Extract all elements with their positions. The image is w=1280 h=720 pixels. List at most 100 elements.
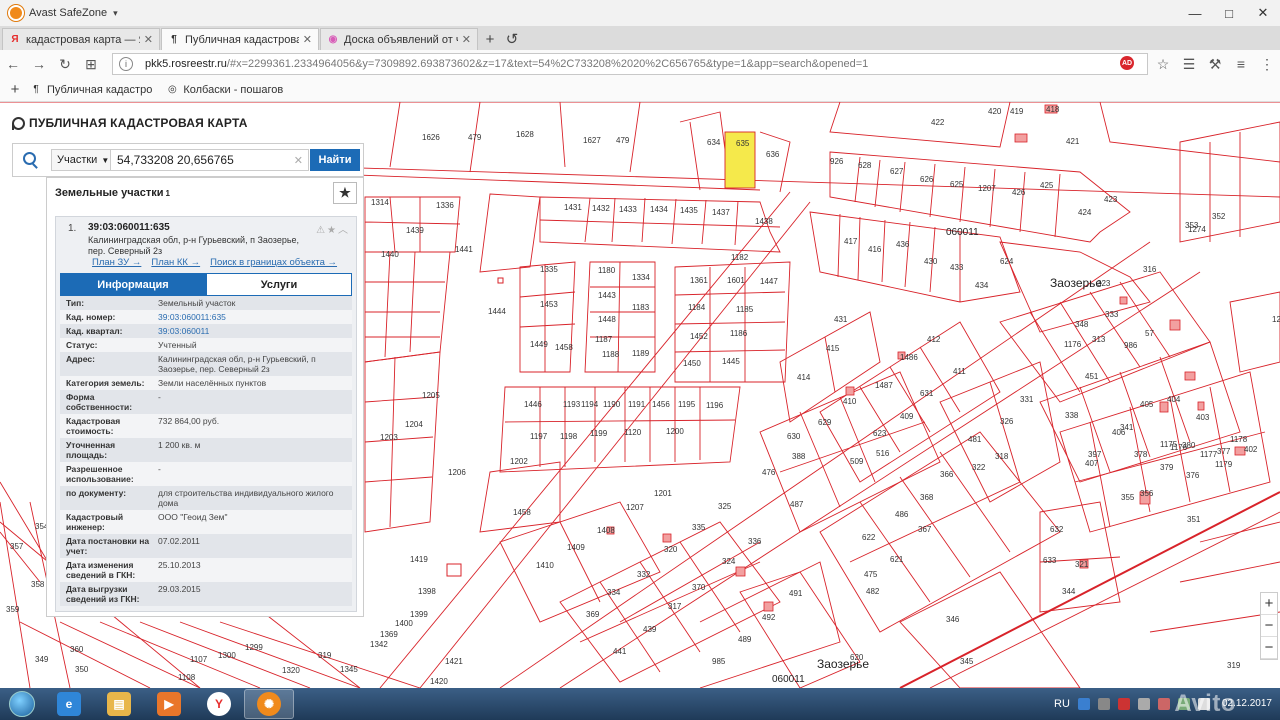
site-info-icon[interactable]: i [119, 57, 133, 71]
parcel-number-label: 1190 [603, 400, 621, 409]
parcel-number-label: 409 [900, 412, 914, 421]
parcel-number-label: 628 [858, 161, 872, 170]
browser-toolbar-right: ☆ ☰ ⚒ ≡ ⋮ [1150, 50, 1280, 78]
tab-info[interactable]: Информация [60, 273, 206, 296]
history-icon[interactable]: ↺ [501, 28, 523, 50]
property-value[interactable]: 39:03:060011:635 [158, 312, 352, 322]
taskbar-media[interactable]: ▶ [144, 689, 194, 719]
tab-avito[interactable]: ◉ Доска объявлений от час ✕ [320, 28, 478, 50]
parcel-number-label: 414 [797, 373, 811, 382]
start-button[interactable] [0, 688, 44, 720]
parcel-number-label: 345 [960, 657, 974, 666]
tray-app-icon[interactable] [1157, 698, 1170, 710]
bookmark-recipe[interactable]: ◎ Колбаски - пошагов [166, 84, 283, 96]
parcel-number-label: 419 [1010, 107, 1024, 116]
chevron-down-icon[interactable]: ▾ [113, 8, 118, 19]
bookmark-icon[interactable]: ☆ [1150, 56, 1176, 73]
tab-services[interactable]: Услуги [206, 273, 352, 296]
property-row: Уточненная площадь: 1 200 кв. м [60, 438, 352, 462]
parcel-number-label: 1626 [422, 133, 440, 142]
parcel-number-label: 322 [972, 463, 986, 472]
apps-grid-icon[interactable]: ⊞ [78, 51, 104, 77]
search-input[interactable]: 54,733208 20,656765 ✕ [111, 149, 309, 171]
avast-reader-icon[interactable]: ☰ [1176, 56, 1202, 73]
parcel-number-label: 1195 [678, 400, 696, 409]
taskbar-yandex[interactable]: Y [194, 689, 244, 719]
tab-close-icon[interactable]: ✕ [144, 33, 153, 46]
property-row: Форма собственности: - [60, 390, 352, 414]
add-bookmark-icon[interactable]: + [0, 81, 30, 98]
parcel-number-label: 1433 [619, 205, 637, 214]
parcel-number-label: 491 [789, 589, 803, 598]
parcel-number-label: 317 [668, 602, 682, 611]
parcel-number-label: 481 [968, 435, 982, 444]
reload-icon[interactable]: ↻ [52, 51, 78, 77]
plan-zu-link[interactable]: План ЗУ → [92, 257, 141, 268]
property-key: Кад. номер: [66, 312, 116, 322]
cadastral-map[interactable]: 1626 479 1628 1627 479 634 635 636 1314 1336 1431 1… [0, 102, 1280, 688]
parcel-number-label: 1409 [567, 543, 585, 552]
tab-close-icon[interactable]: ✕ [462, 33, 471, 46]
zoom-slider-icon[interactable]: − [1261, 637, 1277, 659]
parcel-number-label: 405 [1140, 400, 1154, 409]
parcel-number-label: 1408 [597, 526, 615, 535]
parcel-number-label: 1444 [488, 307, 506, 316]
tab-label: кадастровая карта — Янд [26, 33, 140, 46]
address-bar[interactable]: i pkk5.rosreestr.ru/#x=2299361.233496405… [112, 53, 1148, 75]
bookmark-pkk[interactable]: ¶ Публичная кадастро [30, 84, 152, 96]
parcel-number-label: 624 [1000, 257, 1014, 266]
keyboard-icon[interactable] [1097, 698, 1110, 710]
tray-app-icon[interactable] [1117, 698, 1130, 710]
help-icon[interactable] [1077, 698, 1090, 710]
back-icon[interactable]: ← [0, 51, 26, 77]
favorite-star-icon[interactable]: ★ [333, 182, 357, 204]
property-value: Калининградская обл, р-н Гурьевский, п З… [158, 354, 316, 374]
minimize-button[interactable]: — [1178, 0, 1212, 26]
zoom-in-button[interactable]: + [1261, 593, 1277, 615]
taskbar-explorer[interactable]: ▤ [94, 689, 144, 719]
property-value: 1 200 кв. м [158, 440, 201, 450]
tray-app-icon[interactable] [1137, 698, 1150, 710]
parcel-number-label: 1439 [406, 226, 424, 235]
search-in-bounds-link[interactable]: Поиск в границах объекта → [210, 257, 337, 268]
card-actions-icons[interactable]: ⚠★︿ [316, 221, 350, 236]
maximize-button[interactable]: □ [1212, 0, 1246, 26]
parcel-number-label: 492 [762, 613, 776, 622]
parcel-number-label: 403 [1196, 413, 1210, 422]
close-button[interactable]: ✕ [1246, 0, 1280, 26]
tab-pkk[interactable]: ¶ Публичная кадастровая к ✕ [161, 28, 319, 50]
parcel-number-label: 378 [1134, 450, 1148, 459]
find-button[interactable]: Найти [310, 149, 360, 171]
parcel-number-label: 1178 [1230, 435, 1248, 444]
language-indicator[interactable]: RU [1054, 698, 1070, 710]
parcel-number-label: 489 [738, 635, 752, 644]
taskbar-ie[interactable]: e [44, 689, 94, 719]
parcel-number-label: 479 [468, 133, 482, 142]
tools-icon[interactable]: ⚒ [1202, 56, 1228, 73]
search-type-select[interactable]: Участки ▼ [51, 149, 111, 171]
tab-yandex[interactable]: Я кадастровая карта — Янд ✕ [2, 28, 160, 50]
parcel-number-label: 1120 [624, 428, 642, 437]
clear-icon[interactable]: ✕ [294, 154, 303, 167]
tab-label: Публичная кадастровая к [185, 33, 299, 46]
property-key: Уточненная площадь: [66, 440, 116, 460]
parcel-number-label: 352 [1212, 212, 1226, 221]
map-pin-icon [12, 116, 25, 130]
taskbar-avast[interactable]: ✺ [244, 689, 294, 719]
property-value[interactable]: 39:03:060011 [158, 326, 352, 336]
forward-icon[interactable]: → [26, 51, 52, 77]
browser-app-name: Avast SafeZone [29, 7, 108, 19]
parcel-number-label: 634 [707, 138, 721, 147]
parcel-number-label: 349 [35, 655, 49, 664]
new-tab-icon[interactable]: + [479, 28, 501, 50]
parcel-number-label: 425 [1040, 181, 1054, 190]
tab-close-icon[interactable]: ✕ [303, 33, 312, 46]
adblock-badge-icon[interactable]: AD [1120, 56, 1134, 70]
plan-kk-link[interactable]: План КК → [151, 257, 200, 268]
search-icon[interactable] [13, 144, 47, 176]
menu-icon[interactable]: ≡ [1228, 56, 1254, 72]
cadastral-number[interactable]: 39:03:060011:635 [88, 222, 170, 233]
more-icon[interactable]: ⋮ [1254, 56, 1280, 73]
zoom-out-button[interactable]: − [1261, 615, 1277, 637]
parcel-number-label: 1445 [722, 357, 740, 366]
